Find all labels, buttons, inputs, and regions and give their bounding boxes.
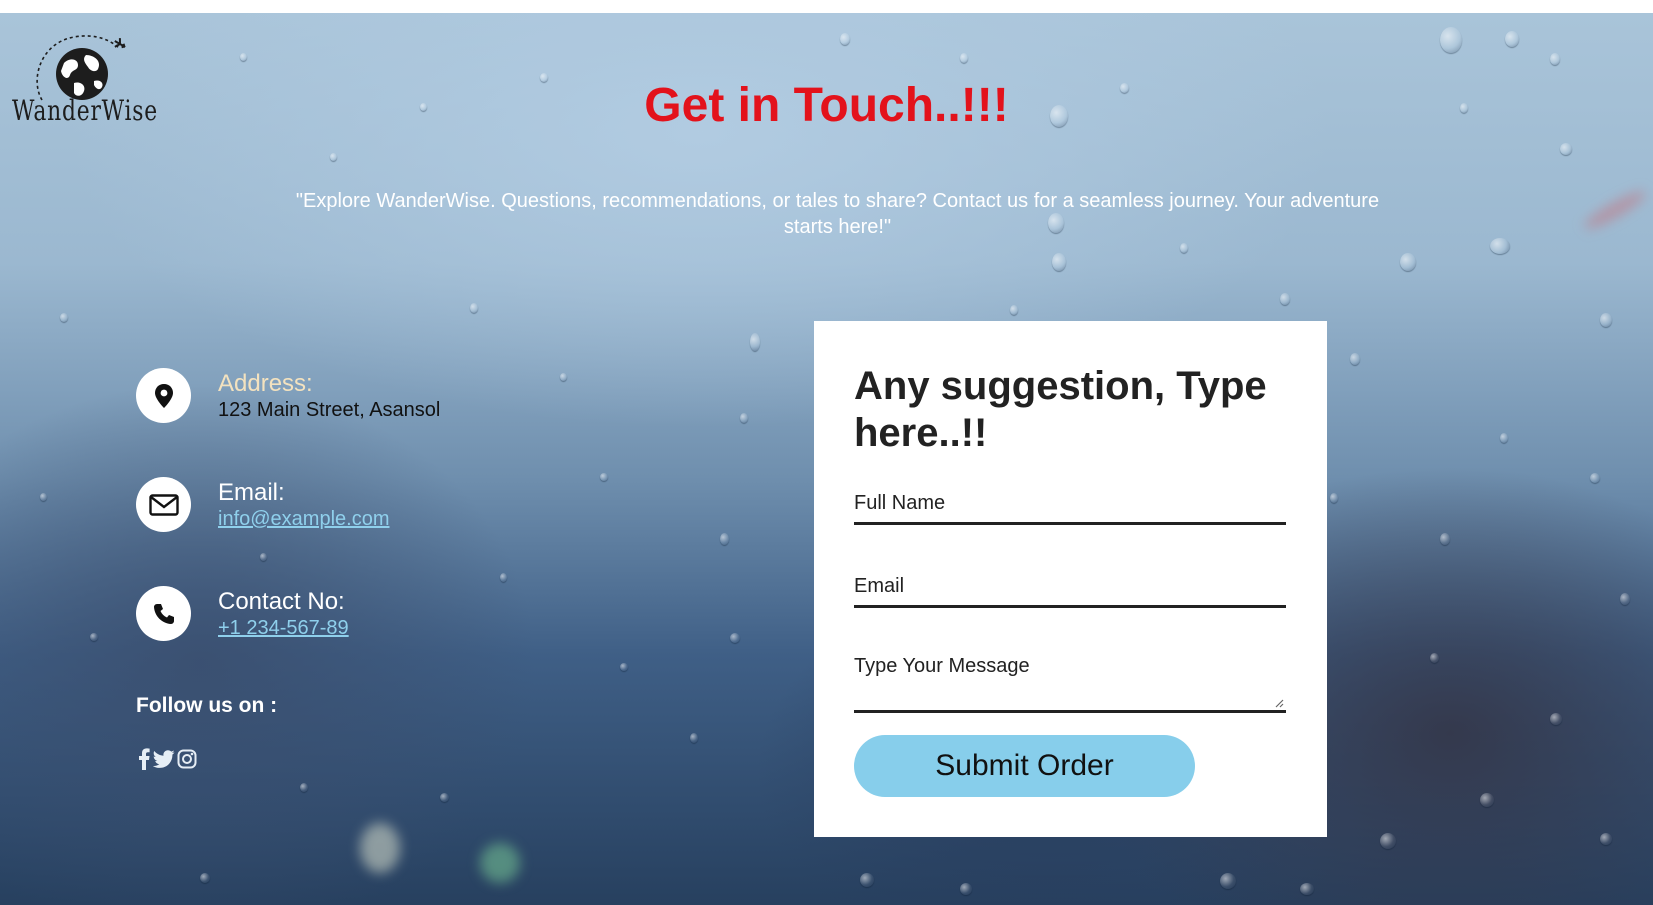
facebook-icon[interactable] — [137, 748, 151, 770]
submit-order-button[interactable]: Submit Order — [854, 735, 1195, 797]
address-value: 123 Main Street, Asansol — [218, 399, 441, 421]
phone-icon — [136, 586, 191, 641]
phone-label: Contact No: — [218, 588, 345, 615]
address-label: Address: — [218, 370, 313, 397]
map-pin-icon — [136, 368, 191, 423]
page-tagline: "Explore WanderWise. Questions, recommen… — [295, 190, 1380, 238]
suggestion-form-card: Any suggestion, Type here..!! Submit Ord… — [814, 321, 1327, 837]
email-input[interactable] — [854, 573, 1286, 608]
follow-us-heading: Follow us on : — [136, 694, 278, 717]
twitter-icon[interactable] — [153, 748, 175, 770]
phone-link[interactable]: +1 234-567-89 — [218, 617, 349, 640]
form-heading: Any suggestion, Type here..!! — [854, 364, 1267, 455]
envelope-icon — [136, 477, 191, 532]
bokeh-light — [480, 843, 520, 883]
bokeh-light — [360, 823, 400, 873]
instagram-icon[interactable] — [176, 748, 198, 770]
message-textarea[interactable] — [854, 655, 1286, 713]
full-name-input[interactable] — [854, 490, 1286, 525]
page-title: Get in Touch..!!! — [644, 79, 1009, 132]
email-label: Email: — [218, 479, 285, 506]
resize-grip-icon[interactable] — [1274, 698, 1284, 708]
email-link[interactable]: info@example.com — [218, 508, 389, 531]
